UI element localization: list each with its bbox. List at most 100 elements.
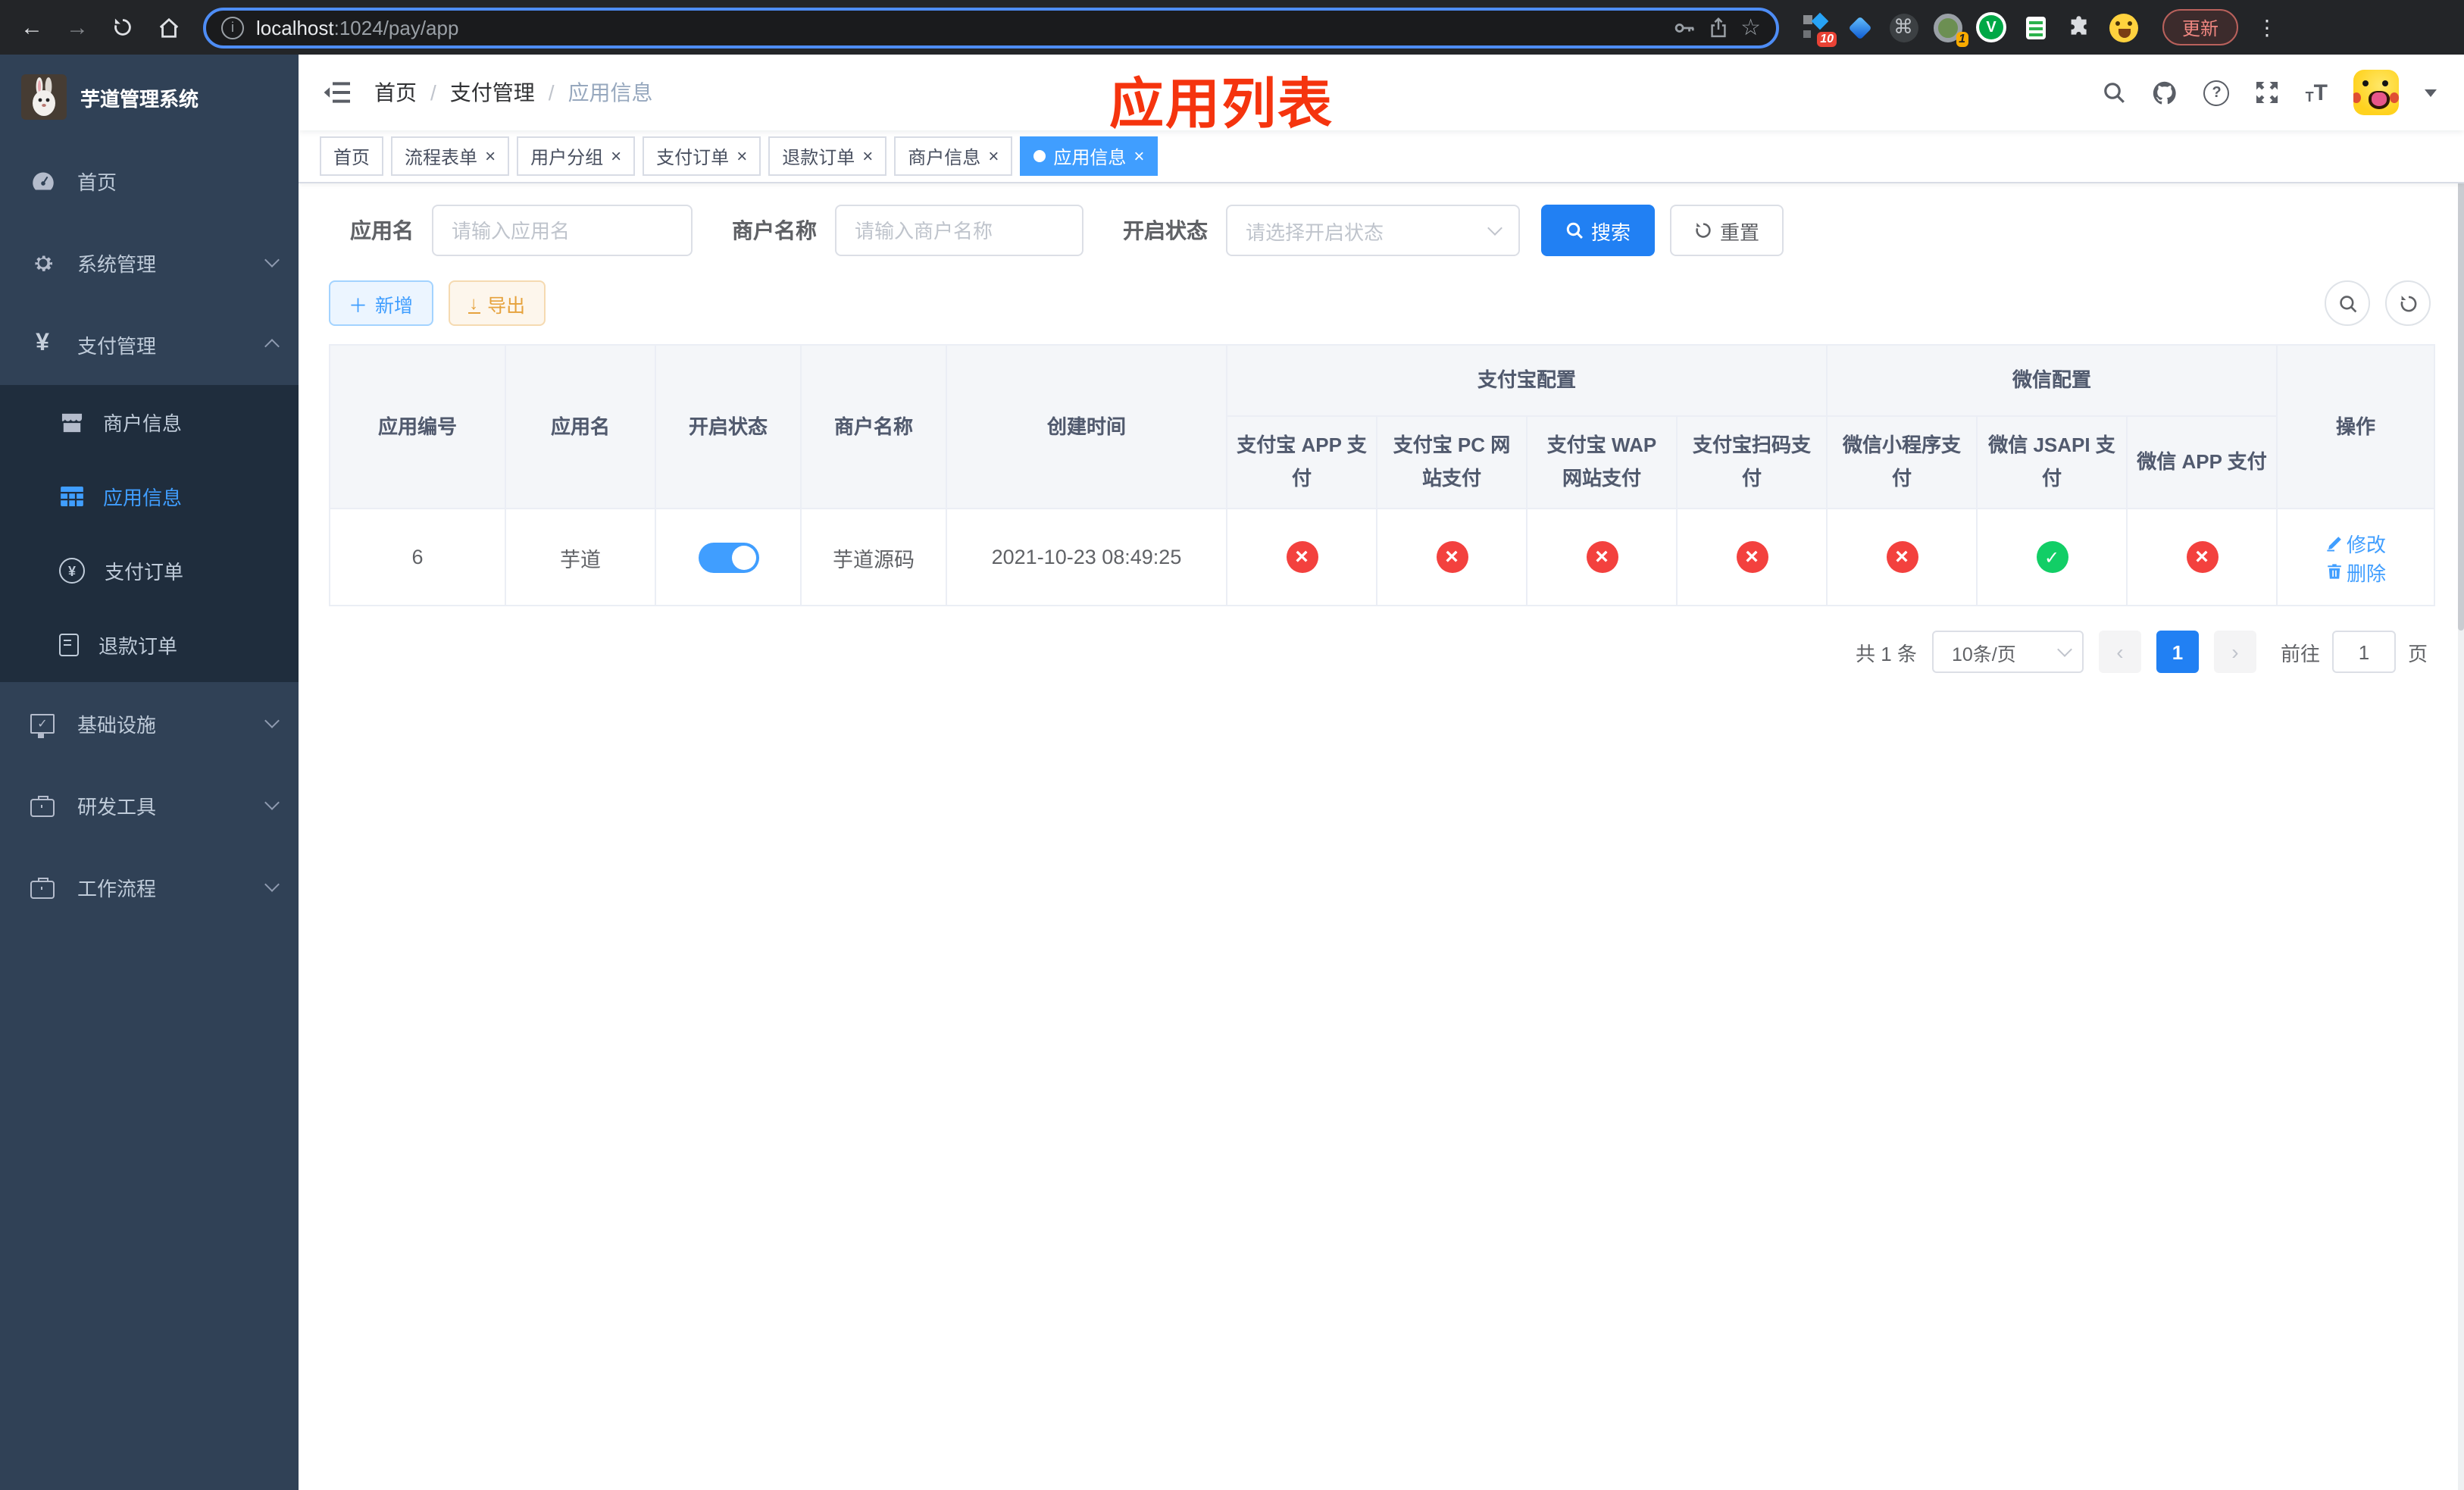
breadcrumb-current: 应用信息 bbox=[568, 80, 653, 105]
extension-blocker-icon[interactable]: 10 bbox=[1800, 12, 1837, 47]
status-select-placeholder: 请选择开启状态 bbox=[1246, 221, 1384, 243]
cell-app-id: 6 bbox=[329, 508, 506, 607]
extension-badge: 1 bbox=[1956, 32, 1968, 47]
tab-label: 商户信息 bbox=[908, 146, 981, 167]
tab-home[interactable]: 首页 bbox=[320, 136, 384, 176]
sidebar-item-dev-tools[interactable]: 研发工具 bbox=[0, 764, 299, 846]
extension-notes-icon[interactable] bbox=[2020, 12, 2050, 42]
extension-kite-icon[interactable] bbox=[1844, 12, 1875, 42]
github-icon[interactable] bbox=[2153, 80, 2178, 105]
col-alipay-app: 支付宝 APP 支付 bbox=[1226, 415, 1377, 510]
sidebar-item-refund-order[interactable]: 退款订单 bbox=[0, 608, 299, 682]
app-logo[interactable]: 芋道管理系统 bbox=[0, 55, 299, 139]
add-button[interactable]: ＋ 新增 bbox=[329, 280, 433, 326]
password-key-icon[interactable] bbox=[1672, 16, 1695, 39]
close-icon[interactable]: × bbox=[988, 147, 999, 165]
breadcrumb: 首页 / 支付管理 / 应用信息 bbox=[374, 77, 653, 108]
menu-label: 支付管理 bbox=[77, 334, 157, 357]
browser-forward-button[interactable]: → bbox=[58, 8, 97, 47]
edit-link[interactable]: 修改 bbox=[2325, 528, 2386, 557]
close-icon[interactable]: × bbox=[611, 147, 621, 165]
browser-back-button[interactable]: ← bbox=[12, 8, 52, 47]
refresh-button[interactable] bbox=[2385, 280, 2431, 326]
search-button-label: 搜索 bbox=[1591, 221, 1631, 243]
search-button[interactable]: 搜索 bbox=[1541, 205, 1656, 256]
breadcrumb-payment[interactable]: 支付管理 bbox=[450, 77, 535, 108]
help-icon[interactable]: ? bbox=[2203, 80, 2230, 105]
profile-avatar-icon[interactable] bbox=[2108, 12, 2138, 42]
page-scrollbar[interactable] bbox=[2458, 55, 2464, 1490]
tab-refund-order[interactable]: 退款订单 × bbox=[768, 136, 887, 176]
col-app-id: 应用编号 bbox=[329, 343, 506, 510]
breadcrumb-home[interactable]: 首页 bbox=[374, 77, 417, 108]
edit-label: 修改 bbox=[2347, 533, 2387, 556]
current-page[interactable]: 1 bbox=[2156, 631, 2199, 674]
delete-label: 删除 bbox=[2347, 562, 2387, 585]
close-icon[interactable]: × bbox=[862, 147, 873, 165]
reset-button[interactable]: 重置 bbox=[1670, 205, 1784, 256]
chrome-menu-icon[interactable]: ⋮ bbox=[2256, 14, 2278, 40]
monitor-check-icon: ✓ bbox=[30, 713, 55, 737]
tab-pay-order[interactable]: 支付订单 × bbox=[643, 136, 761, 176]
browser-reload-button[interactable] bbox=[103, 8, 142, 47]
sidebar-item-app-info[interactable]: 应用信息 bbox=[0, 459, 299, 534]
extensions-puzzle-icon[interactable] bbox=[2064, 12, 2094, 42]
sidebar-item-merchant-info[interactable]: 商户信息 bbox=[0, 385, 299, 459]
search-icon[interactable] bbox=[2103, 80, 2127, 105]
close-icon[interactable]: × bbox=[1134, 147, 1144, 165]
sidebar-item-pay-order[interactable]: ¥ 支付订单 bbox=[0, 534, 299, 608]
yen-icon: ¥ bbox=[36, 330, 49, 356]
sidebar-item-home[interactable]: 首页 bbox=[0, 139, 299, 221]
merchant-name-input[interactable] bbox=[835, 205, 1083, 256]
status-fail-icon bbox=[1586, 541, 1618, 574]
caret-down-icon[interactable] bbox=[2425, 89, 2437, 96]
export-button-label: 导出 bbox=[487, 295, 526, 316]
status-select[interactable]: 请选择开启状态 bbox=[1226, 205, 1520, 256]
fullscreen-icon[interactable] bbox=[2256, 80, 2280, 105]
submenu-label: 商户信息 bbox=[103, 412, 183, 435]
submenu-label: 退款订单 bbox=[98, 635, 178, 658]
submenu-label: 应用信息 bbox=[103, 487, 183, 509]
tags-view-bar: 首页 流程表单 × 用户分组 × 支付订单 × 退款订单 × 商户信息 × 应用… bbox=[299, 130, 2464, 183]
sidebar-item-infrastructure[interactable]: ✓ 基础设施 bbox=[0, 682, 299, 764]
chrome-update-button[interactable]: 更新 bbox=[2162, 9, 2239, 45]
status-ok-icon bbox=[2036, 541, 2068, 574]
tab-user-group[interactable]: 用户分组 × bbox=[517, 136, 636, 176]
address-bar[interactable]: i localhost:1024/pay/app ☆ bbox=[203, 7, 1779, 48]
next-page-button[interactable]: › bbox=[2213, 631, 2256, 674]
navbar-actions: ? TT bbox=[2103, 70, 2437, 115]
tab-process-form[interactable]: 流程表单 × bbox=[391, 136, 510, 176]
sidebar-fold-icon[interactable] bbox=[323, 80, 350, 105]
delete-link[interactable]: 删除 bbox=[2325, 557, 2386, 586]
user-avatar[interactable] bbox=[2353, 70, 2399, 115]
export-button[interactable]: ↓ 导出 bbox=[448, 280, 546, 326]
menu-label: 研发工具 bbox=[77, 795, 157, 818]
close-icon[interactable]: × bbox=[736, 147, 747, 165]
app-frame: 芋道管理系统 首页 系统管理 ¥ 支付管理 商户信息 应用信息 ¥ 支付订单 退… bbox=[0, 55, 2464, 1490]
bookmark-star-icon[interactable]: ☆ bbox=[1740, 14, 1761, 41]
share-icon[interactable] bbox=[1707, 16, 1728, 39]
browser-home-button[interactable] bbox=[149, 8, 188, 47]
extension-recorder-icon[interactable]: 1 bbox=[1932, 12, 1968, 47]
extension-v-icon[interactable]: V bbox=[1976, 12, 2006, 42]
site-info-icon[interactable]: i bbox=[221, 16, 244, 39]
col-actions: 操作 bbox=[2276, 343, 2436, 510]
refresh-icon bbox=[1694, 221, 1712, 239]
sidebar-item-payment[interactable]: ¥ 支付管理 bbox=[0, 303, 299, 385]
app-name-label: 应用名 bbox=[350, 218, 414, 243]
extension-command-icon[interactable]: ⌘ bbox=[1888, 12, 1918, 42]
sidebar-item-system[interactable]: 系统管理 bbox=[0, 221, 299, 303]
sidebar-item-workflow[interactable]: 工作流程 bbox=[0, 846, 299, 928]
status-toggle[interactable] bbox=[698, 542, 758, 573]
toggle-search-button[interactable] bbox=[2325, 280, 2370, 326]
tab-app-info-active[interactable]: 应用信息 × bbox=[1020, 136, 1159, 176]
app-name-input[interactable] bbox=[432, 205, 693, 256]
close-icon[interactable]: × bbox=[485, 147, 496, 165]
goto-label: 前往 bbox=[2280, 642, 2320, 665]
page-size-select[interactable]: 10条/页 bbox=[1931, 631, 2084, 674]
tab-merchant-info[interactable]: 商户信息 × bbox=[894, 136, 1013, 176]
font-size-icon[interactable]: TT bbox=[2306, 81, 2328, 104]
goto-page-input[interactable] bbox=[2331, 631, 2396, 674]
prev-page-button[interactable]: ‹ bbox=[2098, 631, 2141, 674]
shop-icon bbox=[59, 412, 83, 433]
